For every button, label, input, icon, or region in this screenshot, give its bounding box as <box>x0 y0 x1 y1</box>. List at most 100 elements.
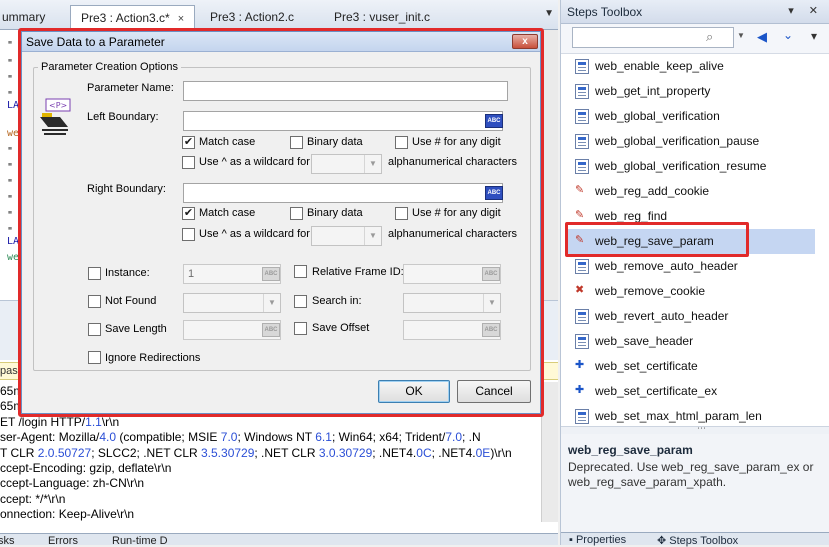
toolbox-step-label: web_remove_cookie <box>595 284 706 298</box>
tab-errors[interactable]: Errors <box>48 535 78 547</box>
right-binary-data-label: Binary data <box>307 207 363 219</box>
expand-down-icon[interactable]: ⌄ <box>783 28 793 42</box>
toolbox-step-item[interactable]: web_global_verification_pause <box>565 129 815 154</box>
step-description-panel: web_reg_save_param Deprecated. Use web_r… <box>561 434 829 532</box>
toolbox-step-item[interactable]: web_revert_auto_header <box>565 304 815 329</box>
right-use-caret-checkbox[interactable] <box>182 228 195 241</box>
toolbox-step-item[interactable]: ✎ web_reg_add_cookie <box>565 179 815 204</box>
log-text: )\r\n <box>490 445 512 460</box>
right-boundary-input[interactable] <box>183 183 503 203</box>
left-boundary-input[interactable] <box>183 111 503 131</box>
left-wildcard-select[interactable]: ▼ <box>311 154 382 174</box>
toolbox-step-label: web_global_verification <box>595 109 720 123</box>
save-offset-text-button[interactable]: ABC <box>482 323 500 337</box>
left-use-caret-checkbox[interactable] <box>182 156 195 169</box>
left-binary-data-checkbox[interactable] <box>290 136 303 149</box>
chevron-down-icon[interactable]: ▼ <box>737 31 745 40</box>
left-match-case-checkbox[interactable]: ✔ <box>182 136 195 149</box>
log-text: (compatible; MSIE <box>116 430 221 445</box>
save-offset-label: Save Offset <box>312 322 370 334</box>
toolbox-step-item[interactable]: web_enable_keep_alive <box>565 54 815 79</box>
ignore-redirections-checkbox[interactable] <box>88 351 101 364</box>
tab-runtime-data[interactable]: Run-time D <box>112 535 168 547</box>
ok-button[interactable]: OK <box>378 380 450 403</box>
toolbox-step-item[interactable]: ✚ web_set_certificate_ex <box>565 379 815 404</box>
search-icon[interactable]: ⌕ <box>706 29 713 45</box>
left-boundary-text-button[interactable]: ABC <box>485 114 503 128</box>
code-fragment: " <box>7 58 14 69</box>
chevron-down-icon: ▼ <box>364 227 381 245</box>
tab-summary[interactable]: ummary <box>0 5 55 30</box>
log-text: ccept: */*\r\n <box>0 491 66 506</box>
right-boundary-label: Right Boundary: <box>87 183 166 195</box>
toolbox-step-item[interactable]: web_get_int_property <box>565 79 815 104</box>
toolbox-step-label: web_get_int_property <box>595 84 711 98</box>
toolbox-step-item[interactable]: web_global_verification_resume <box>565 154 815 179</box>
cancel-button[interactable]: Cancel <box>457 380 531 403</box>
web-step-icon <box>575 259 589 274</box>
search-in-checkbox[interactable] <box>294 295 307 308</box>
not-found-checkbox[interactable] <box>88 295 101 308</box>
instance-checkbox[interactable] <box>88 267 101 280</box>
toolbox-step-item[interactable]: web_remove_auto_header <box>565 254 815 279</box>
toolbox-step-label: web_enable_keep_alive <box>595 59 724 73</box>
right-binary-data-checkbox[interactable] <box>290 207 303 220</box>
log-text: ; Windows NT <box>237 430 316 445</box>
save-offset-checkbox[interactable] <box>294 322 307 335</box>
tab-tasks[interactable]: sks <box>0 535 15 547</box>
save-length-text-button[interactable]: ABC <box>262 323 280 337</box>
web-step-icon <box>575 409 589 424</box>
toolbox-step-item[interactable]: ✚ web_set_certificate <box>565 354 815 379</box>
right-match-case-label: Match case <box>199 207 256 219</box>
tab-properties[interactable]: ▪ Properties <box>569 534 626 546</box>
log-text: ; .NET4. <box>372 445 417 460</box>
save-length-checkbox[interactable] <box>88 323 101 336</box>
dialog-title-bar[interactable]: Save Data to a Parameter x <box>22 32 540 52</box>
panel-options-icon[interactable]: ▾ ✕ <box>788 4 824 17</box>
right-use-caret-label: Use ^ as a wildcard for <box>199 228 310 240</box>
toolbox-step-item[interactable]: web_save_header <box>565 329 815 354</box>
tab-action3[interactable]: Pre3 : Action3.c* × <box>70 5 196 30</box>
relative-frame-text-button[interactable]: ABC <box>482 267 500 281</box>
not-found-select[interactable]: ▼ <box>183 293 281 313</box>
toolbox-step-item[interactable]: web_global_verification <box>565 104 815 129</box>
search-in-select[interactable]: ▼ <box>403 293 501 313</box>
toolbox-title: Steps Toolbox <box>567 5 643 19</box>
log-line: ccept-Language: zh-CN\r\n <box>0 476 144 490</box>
relative-frame-checkbox[interactable] <box>294 265 307 278</box>
tab-action2[interactable]: Pre3 : Action2.c <box>200 5 304 30</box>
overflow-icon[interactable]: ▾ <box>811 29 817 43</box>
instance-text-button[interactable]: ABC <box>262 267 280 281</box>
log-text: 4.0 <box>99 430 117 445</box>
log-line: onnection: Keep-Alive\r\n <box>0 507 134 521</box>
toolbox-step-item[interactable]: ✖ web_remove_cookie <box>565 279 815 304</box>
left-use-hash-checkbox[interactable] <box>395 136 408 149</box>
tab-label: Properties <box>575 534 627 546</box>
close-button[interactable]: x <box>512 34 538 49</box>
right-wildcard-select[interactable]: ▼ <box>311 226 382 246</box>
instance-label: Instance: <box>105 267 150 279</box>
tab-list-dropdown-icon[interactable]: ▼ <box>544 8 554 19</box>
web-step-icon <box>575 59 589 74</box>
web-step-icon <box>575 334 589 349</box>
tab-vuser-init[interactable]: Pre3 : vuser_init.c <box>324 5 440 30</box>
search-in-label: Search in: <box>312 295 362 307</box>
log-text: 0C <box>416 445 432 460</box>
left-binary-data-label: Binary data <box>307 136 363 148</box>
close-icon[interactable]: × <box>178 13 184 25</box>
left-match-case-label: Match case <box>199 136 256 148</box>
log-text: 7.0 <box>220 430 238 445</box>
code-fragment: " <box>7 162 14 173</box>
toolbox-splitter[interactable]: ⋯ <box>561 423 829 434</box>
right-boundary-text-button[interactable]: ABC <box>485 186 503 200</box>
web-step-icon <box>575 309 589 324</box>
tab-steps-toolbox[interactable]: ✥ Steps Toolbox <box>657 534 738 547</box>
log-text: ; SLCC2; .NET CLR <box>91 445 201 460</box>
parameter-name-input[interactable] <box>183 81 508 101</box>
log-text: onnection: Keep-Alive\r\n <box>0 507 135 522</box>
left-boundary-label: Left Boundary: <box>87 111 159 123</box>
save-length-label: Save Length <box>105 323 167 335</box>
right-use-hash-checkbox[interactable] <box>395 207 408 220</box>
right-match-case-checkbox[interactable]: ✔ <box>182 207 195 220</box>
back-arrow-icon[interactable]: ◀ <box>757 29 767 45</box>
